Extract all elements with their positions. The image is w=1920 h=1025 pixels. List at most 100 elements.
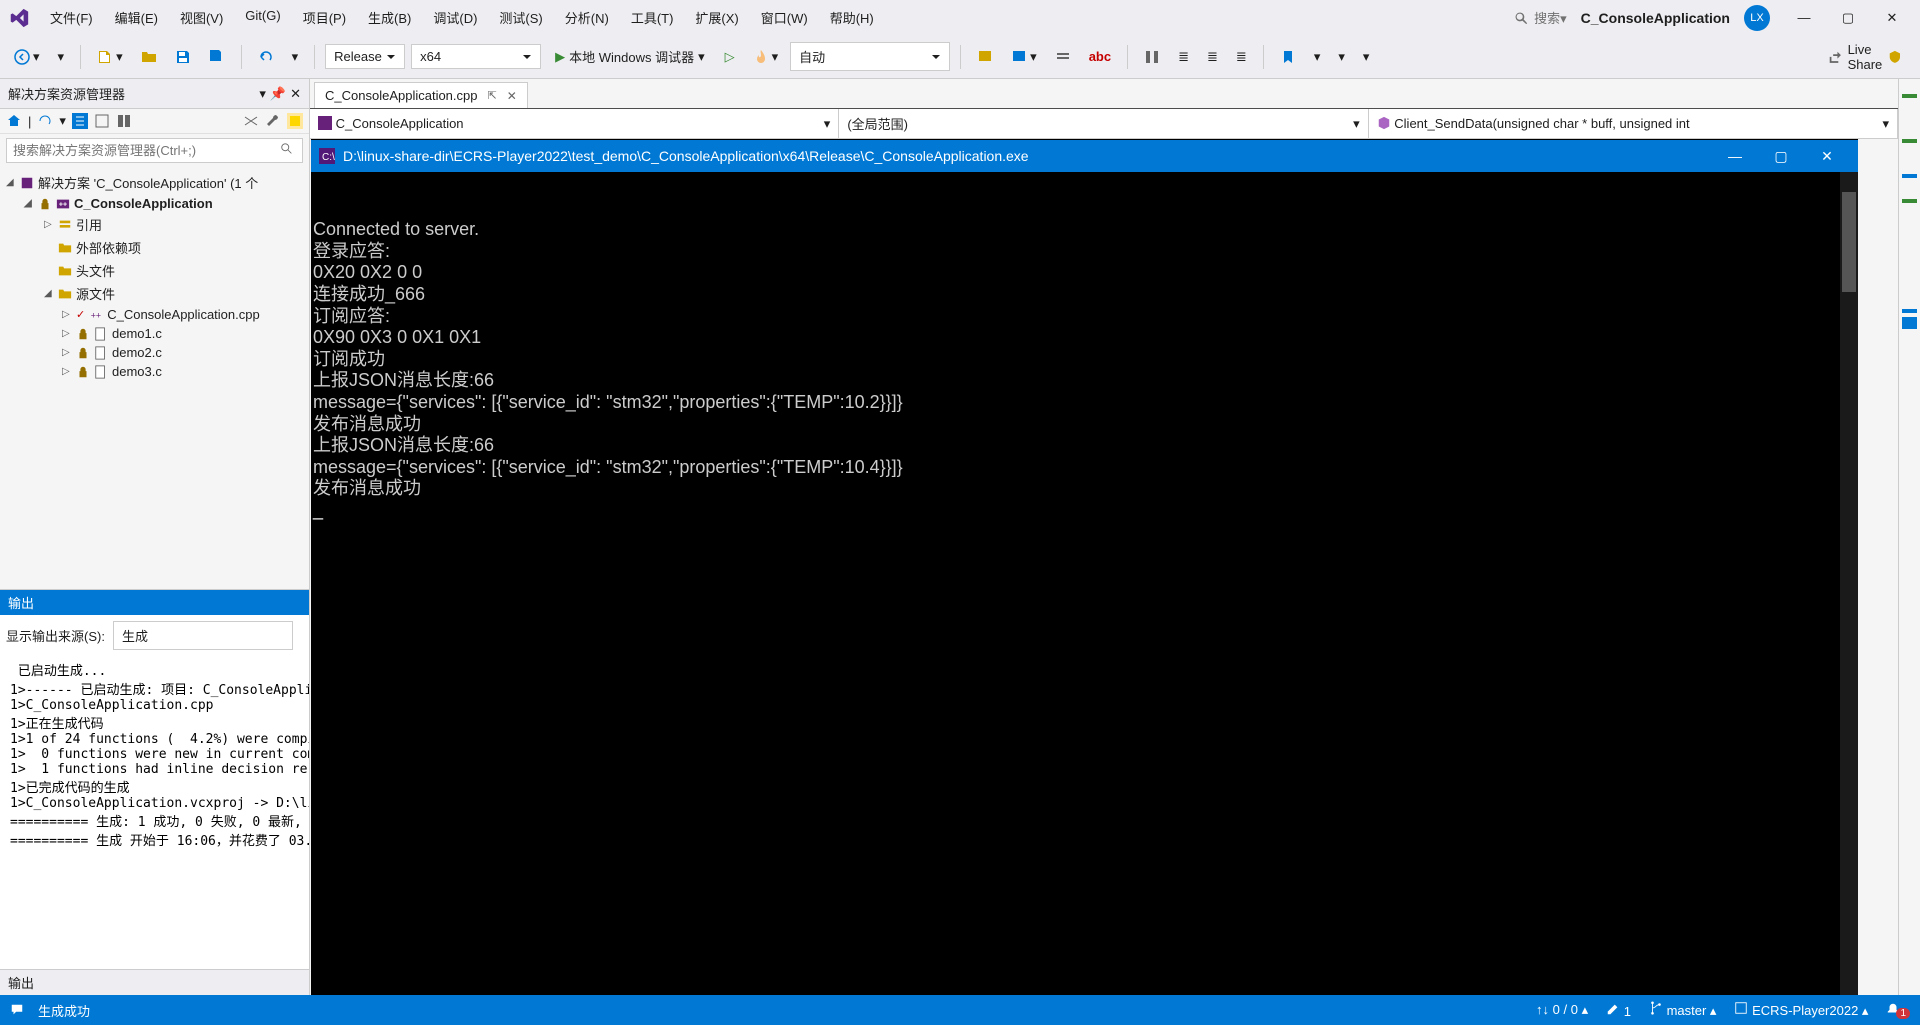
menu-view[interactable]: 视图(V) [170,4,233,31]
console-minimize-button[interactable]: — [1712,140,1758,172]
project-dropdown[interactable]: C_ConsoleApplication▾ [310,109,839,138]
tb-icon-3[interactable] [1049,45,1077,69]
file-demo2[interactable]: ▷ demo2.c [0,343,309,362]
menu-project[interactable]: 项目(P) [293,4,356,31]
solution-search-input[interactable] [7,139,272,162]
tb-icon-bookmark2[interactable]: ▾ [1308,45,1327,69]
svg-text:C:\: C:\ [322,152,335,163]
menu-window[interactable]: 窗口(W) [751,4,818,31]
config-combo[interactable]: Release [325,44,405,69]
start-nodebug-button[interactable]: ▷ [719,45,741,69]
refresh-icon[interactable] [37,113,53,129]
nav-back-button[interactable]: ▾ [8,45,46,69]
collapse-icon[interactable] [94,113,110,129]
live-share-button[interactable]: Live Share [1828,42,1912,72]
output-source-combo[interactable]: 生成 [113,621,293,650]
panel-pin-icon[interactable]: 📌 [270,86,286,102]
tb-icon-bookmark3[interactable]: ▾ [1332,45,1351,69]
menu-extensions[interactable]: 扩展(X) [685,4,748,31]
status-edits[interactable]: 1 [1606,1002,1631,1019]
solution-root[interactable]: ◢ 解决方案 'C_ConsoleApplication' (1 个 [0,171,309,194]
status-arrows[interactable]: ↑↓ 0 / 0 ▴ [1536,1002,1588,1018]
output-header[interactable]: 输出 [0,590,309,615]
maximize-button[interactable]: ▢ [1828,3,1868,33]
wrench-icon[interactable] [265,113,281,129]
solution-icon [20,176,34,190]
file-demo1[interactable]: ▷ demo1.c [0,324,309,343]
panel-close-icon[interactable]: ✕ [290,86,301,102]
menu-debug[interactable]: 调试(D) [423,4,487,31]
scope-dropdown[interactable]: (全局范围)▾ [839,109,1368,138]
output-footer-tab[interactable]: 输出 [0,969,309,995]
menu-edit[interactable]: 编辑(E) [105,4,168,31]
console-close-button[interactable]: ✕ [1804,140,1850,172]
console-scrollbar[interactable] [1840,172,1858,995]
pin-icon[interactable]: ⇱ [487,89,496,102]
menu-file[interactable]: 文件(F) [40,4,103,31]
undo-icon [258,49,274,65]
save-button[interactable] [169,45,197,69]
close-window-button[interactable]: ✕ [1872,3,1912,33]
panel-dropdown-icon[interactable]: ▾ [259,86,266,102]
menu-analyze[interactable]: 分析(N) [555,4,619,31]
menu-tools[interactable]: 工具(T) [621,4,684,31]
user-avatar[interactable]: LX [1744,5,1770,31]
open-button[interactable] [135,45,163,69]
tb-icon-4[interactable]: abc [1083,45,1117,68]
menu-help[interactable]: 帮助(H) [820,4,884,31]
share-icon [1828,50,1842,64]
save-all-button[interactable] [203,45,231,69]
folder-icon [58,287,72,301]
home-icon[interactable] [6,113,22,129]
output-text[interactable]: 已启动生成... 1>------ 已启动生成: 项目: C_ConsoleAp… [0,656,309,969]
status-notifications[interactable]: 1 [1886,1002,1910,1019]
redo-button[interactable]: ▾ [286,45,305,69]
show-all-icon[interactable] [116,113,132,129]
start-debug-button[interactable]: ▶本地 Windows 调试器 ▾ [547,43,713,70]
editor-tab-cpp[interactable]: C_ConsoleApplication.cpp ⇱ ✕ [314,82,528,108]
minimize-button[interactable]: — [1784,3,1824,33]
tb-icon-1[interactable] [971,45,999,69]
new-item-button[interactable]: ▾ [91,45,129,69]
references-node[interactable]: ▷ 引用 [0,213,309,236]
comment-icon[interactable] [10,1003,24,1017]
tb-icon-bookmark4[interactable]: ▾ [1357,45,1376,69]
hot-reload-button[interactable]: ▾ [747,45,785,69]
solution-search[interactable] [6,138,303,163]
tb-icon-comment[interactable]: ≣ [1230,45,1253,69]
console-title-bar[interactable]: C:\ D:\linux-share-dir\ECRS-Player2022\t… [311,140,1858,172]
status-repo[interactable]: ECRS-Player2022 ▴ [1734,1001,1868,1019]
auto-combo[interactable]: 自动 [790,42,950,71]
file-cpp[interactable]: ▷✓ ++ C_ConsoleApplication.cpp [0,305,309,324]
headers-node[interactable]: 头文件 [0,259,309,282]
project-node[interactable]: ◢ ++ C_ConsoleApplication [0,194,309,213]
tab-close-icon[interactable]: ✕ [507,89,517,103]
title-search[interactable]: 搜索▾ [1514,8,1567,27]
cpp-project-icon: ++ [56,197,70,211]
vs-logo-icon [8,7,30,29]
external-deps-node[interactable]: 外部依赖项 [0,236,309,259]
member-dropdown[interactable]: Client_SendData(unsigned char * buff, un… [1369,109,1898,138]
sync-icon[interactable] [72,113,88,129]
menu-git[interactable]: Git(G) [235,4,290,31]
solution-search-button[interactable] [272,139,302,162]
console-output[interactable]: Connected to server.登录应答:0X20 0X2 0 0连接成… [311,172,1858,995]
platform-combo[interactable]: x64 [411,44,541,69]
tb-icon-outdent[interactable]: ≣ [1201,45,1224,69]
file-demo3[interactable]: ▷ demo3.c [0,362,309,381]
status-branch[interactable]: master ▴ [1649,1001,1717,1019]
tb-icon-align[interactable] [1138,45,1166,69]
editor-tabs: C_ConsoleApplication.cpp ⇱ ✕ [310,79,1898,109]
tb-icon-bookmark[interactable] [1274,45,1302,69]
sources-node[interactable]: ◢ 源文件 [0,282,309,305]
cpp-file-icon: ++ [89,308,103,322]
nav-forward-button[interactable]: ▾ [52,45,71,69]
tb-icon-indent[interactable]: ≣ [1172,45,1195,69]
filter-icon[interactable] [287,113,303,129]
menu-test[interactable]: 测试(S) [489,4,552,31]
tb-icon-2[interactable]: ▾ [1005,45,1043,69]
console-maximize-button[interactable]: ▢ [1758,140,1804,172]
properties-icon[interactable] [243,113,259,129]
undo-button[interactable] [252,45,280,69]
menu-build[interactable]: 生成(B) [358,4,421,31]
